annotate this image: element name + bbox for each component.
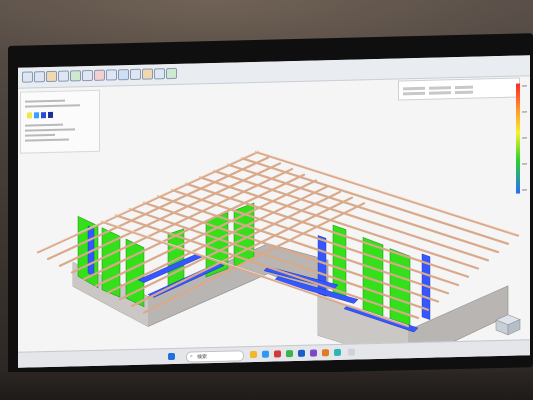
app-icon[interactable]: [334, 348, 341, 357]
start-icon[interactable]: [168, 352, 175, 361]
app-icon[interactable]: [274, 350, 281, 358]
app-icon[interactable]: [286, 350, 293, 358]
search-label: 検索: [197, 354, 208, 361]
app-icon[interactable]: [310, 349, 317, 357]
browser-icon[interactable]: [262, 350, 269, 358]
monitor-screen: ⌕ 検索: [18, 55, 530, 368]
app-icon[interactable]: [348, 348, 355, 356]
app-icon[interactable]: [322, 349, 329, 357]
taskbar-search[interactable]: ⌕ 検索: [186, 350, 244, 363]
folder-icon[interactable]: [250, 350, 257, 359]
view-cube-widget[interactable]: [488, 311, 528, 338]
desk-surface: [0, 372, 533, 400]
monitor-bezel: ⌕ 検索: [8, 33, 533, 380]
house-frame-model[interactable]: [18, 55, 530, 368]
search-icon: ⌕: [190, 353, 193, 360]
mail-icon[interactable]: [298, 349, 305, 357]
